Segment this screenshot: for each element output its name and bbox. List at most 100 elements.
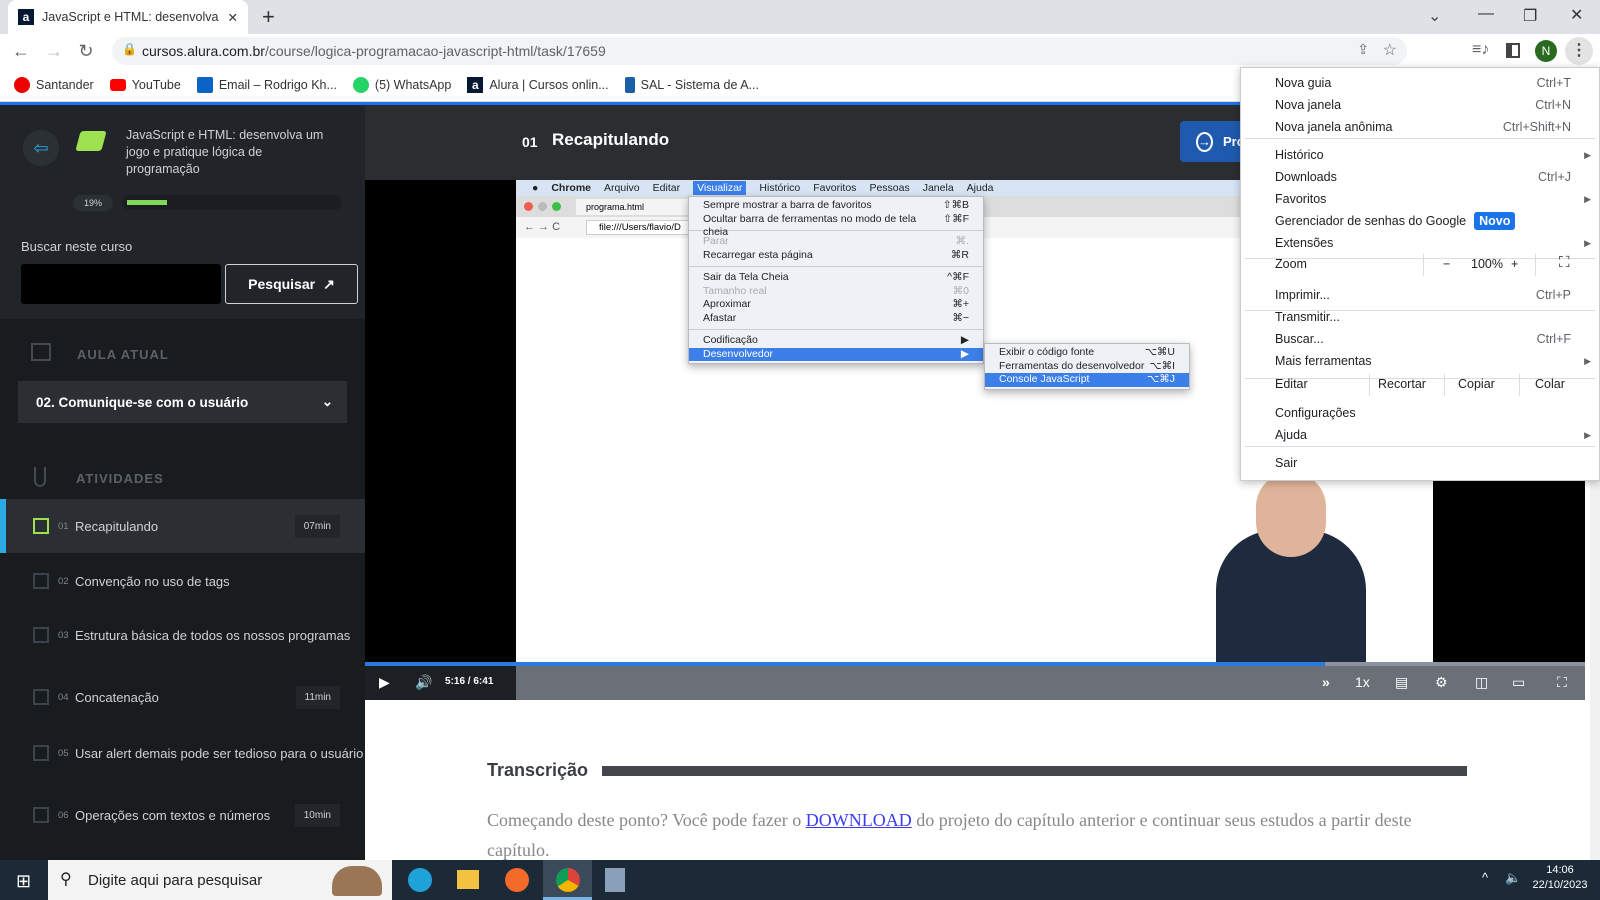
- bookmark[interactable]: Email – Rodrigo Kh...: [196, 76, 337, 93]
- back-icon[interactable]: ←: [10, 40, 32, 62]
- bookmark[interactable]: SAL - Sistema de A...: [624, 76, 759, 93]
- tab-search-icon[interactable]: ⌄: [1428, 6, 1441, 26]
- skip-forward-icon[interactable]: »: [1322, 674, 1330, 690]
- settings-gear-icon[interactable]: ⚙: [1435, 674, 1448, 691]
- chrome-menu-item[interactable]: Nova janela Ctrl+N: [1241, 94, 1599, 116]
- picture-in-picture-icon[interactable]: ◫: [1475, 674, 1488, 691]
- new-tab-button[interactable]: +: [262, 4, 275, 30]
- theater-mode-icon[interactable]: ▭: [1512, 674, 1525, 691]
- menu-item-label: Ajuda: [1275, 428, 1307, 442]
- book-open-icon: [31, 343, 51, 361]
- reload-icon[interactable]: ↻: [75, 40, 97, 62]
- menu-item-shortcut: ⇧⌘B: [942, 199, 969, 211]
- forward-icon[interactable]: →: [43, 40, 65, 62]
- chrome-menu-item[interactable]: Nova guia Ctrl+T: [1241, 72, 1599, 94]
- activity-item[interactable]: 06 Operações com textos e números 10min: [0, 788, 365, 842]
- activity-item[interactable]: 03 Estrutura básica de todos os nossos pr…: [0, 608, 365, 662]
- captions-icon[interactable]: ▤: [1395, 674, 1408, 691]
- menu-item-shortcut: Ctrl+Shift+N: [1502, 120, 1571, 134]
- installer-icon[interactable]: [605, 868, 625, 892]
- bookmark-star-icon[interactable]: ☆: [1383, 40, 1397, 60]
- close-tab-icon[interactable]: ✕: [228, 10, 238, 25]
- menu-item-shortcut: ▶: [960, 347, 969, 360]
- cut-button[interactable]: Recortar: [1378, 377, 1426, 391]
- menu-item-label: Codificação: [703, 334, 758, 346]
- profile-avatar[interactable]: N: [1535, 40, 1557, 62]
- mac-menu-7: Janela: [922, 182, 954, 194]
- menu-item-label: Nova janela anônima: [1275, 120, 1392, 134]
- paste-button[interactable]: Colar: [1535, 377, 1565, 391]
- side-panel-icon[interactable]: [1506, 43, 1520, 58]
- windows-start-icon[interactable]: ⊞: [16, 871, 31, 892]
- chrome-menu-item[interactable]: Sair: [1241, 452, 1599, 474]
- share-icon[interactable]: ⇪: [1357, 41, 1369, 58]
- chrome-menu-item[interactable]: Nova janela anônima Ctrl+Shift+N: [1241, 116, 1599, 138]
- browser-tab[interactable]: a JavaScript e HTML: desenvolva um jogo …: [8, 0, 248, 34]
- taskbar-search[interactable]: ⚲ Digite aqui para pesquisar: [48, 860, 392, 900]
- submenu-arrow-icon: ▶: [1584, 149, 1591, 160]
- bookmark[interactable]: a Alura | Cursos onlin...: [467, 76, 609, 93]
- bookmark-label: Santander: [36, 77, 94, 92]
- clock[interactable]: 14:06 22/10/2023: [1530, 864, 1590, 891]
- activity-duration: 10min: [294, 803, 340, 827]
- tray-chevron-up-icon[interactable]: ^: [1482, 870, 1488, 885]
- fullscreen-icon[interactable]: ⛶: [1559, 254, 1570, 271]
- activity-item[interactable]: 05 Usar alert demais pode ser tedioso par…: [0, 726, 365, 780]
- chrome-menu-item[interactable]: Favoritos ▶: [1241, 188, 1599, 210]
- bookmark[interactable]: YouTube: [109, 77, 181, 92]
- media-icon[interactable]: ≡♪: [1472, 41, 1489, 59]
- restore-button[interactable]: ❐: [1523, 6, 1537, 26]
- minimize-button[interactable]: —: [1478, 5, 1494, 23]
- menu-item-shortcut: ⌘R: [950, 248, 969, 261]
- close-window-button[interactable]: ✕: [1570, 5, 1583, 25]
- current-lesson-select[interactable]: 02. Comunique-se com o usuário ⌄: [18, 381, 347, 423]
- speaker-icon[interactable]: 🔈: [1505, 870, 1521, 886]
- chrome-taskbar-button[interactable]: [543, 860, 592, 900]
- chrome-menu-item[interactable]: Buscar... Ctrl+F: [1241, 328, 1599, 350]
- chrome-menu-item[interactable]: Mais ferramentas ▶: [1241, 350, 1599, 372]
- menu-item-label: Favoritos: [1275, 192, 1326, 206]
- activity-item[interactable]: 04 Concatenação 11min: [0, 670, 365, 724]
- chrome-menu-item[interactable]: Configurações: [1241, 402, 1599, 424]
- mac-menu-4: Histórico: [759, 182, 801, 194]
- collapse-sidebar-icon[interactable]: ⇦: [23, 130, 59, 166]
- volume-icon[interactable]: 🔊: [415, 674, 432, 691]
- play-icon[interactable]: ▶: [379, 674, 390, 691]
- zoom-row: Zoom: [1241, 253, 1599, 275]
- chrome-menu-item[interactable]: Imprimir... Ctrl+P: [1241, 284, 1599, 306]
- mac-tab: programa.html: [576, 199, 696, 215]
- zoom-in-button[interactable]: +: [1511, 257, 1518, 271]
- progress-bar: [122, 195, 342, 210]
- chrome-menu-kebab-icon[interactable]: ⋮: [1565, 37, 1593, 65]
- file-explorer-icon[interactable]: [457, 870, 479, 889]
- video-controls: ▶ 🔊 5:16 / 6:41 » 1x ▤ ⚙ ◫ ▭ ⛶: [365, 662, 1585, 700]
- firefox-icon[interactable]: [505, 868, 529, 892]
- playback-speed-button[interactable]: 1x: [1355, 674, 1370, 690]
- chrome-menu-item[interactable]: Extensões ▶: [1241, 232, 1599, 254]
- activity-label: Convenção no uso de tags: [75, 573, 230, 589]
- chrome-menu-item[interactable]: Ajuda ▶: [1241, 424, 1599, 446]
- menu-item-label: Exibir o código fonte: [999, 346, 1095, 358]
- menu-item-shortcut: Ctrl+P: [1535, 288, 1571, 302]
- course-search-input[interactable]: [21, 264, 221, 304]
- zoom-out-button[interactable]: −: [1443, 257, 1450, 271]
- menu-item-text: Extensões: [1275, 236, 1334, 250]
- search-label: Buscar neste curso: [21, 239, 133, 254]
- chrome-menu-item[interactable]: Gerenciador de senhas do Google Novo: [1241, 210, 1599, 232]
- download-link[interactable]: DOWNLOAD: [806, 810, 912, 830]
- menu-item-label: Parar: [703, 235, 729, 247]
- bookmark[interactable]: Santander: [14, 76, 94, 93]
- edge-icon[interactable]: [408, 868, 432, 892]
- menu-item-label: Mais ferramentas: [1275, 354, 1372, 368]
- address-bar[interactable]: 🔒 cursos.alura.com.br/course/logica-prog…: [112, 37, 1407, 65]
- bookmark-label: YouTube: [131, 77, 181, 92]
- activity-item[interactable]: 01 Recapitulando 07min: [0, 499, 365, 553]
- fullscreen-icon[interactable]: ⛶: [1557, 674, 1567, 691]
- activity-item[interactable]: 02 Convenção no uso de tags: [0, 554, 365, 608]
- search-button[interactable]: Pesquisar ↗: [225, 264, 358, 304]
- bookmark[interactable]: (5) WhatsApp: [352, 76, 451, 93]
- video-seek-bar[interactable]: [365, 662, 1585, 666]
- copy-button[interactable]: Copiar: [1458, 377, 1495, 391]
- chrome-menu-item[interactable]: Downloads Ctrl+J: [1241, 166, 1599, 188]
- chrome-menu-item[interactable]: Histórico ▶: [1241, 144, 1599, 166]
